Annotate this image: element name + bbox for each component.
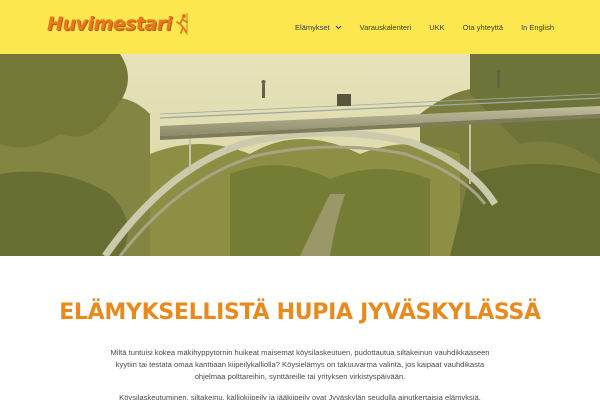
intro-paragraph: Miltä tuntuisi kokea mäkihyppytornin hui… <box>110 348 490 381</box>
activities-paragraph: Köysilaskeutuminen, siltakeinu, kallioki… <box>119 393 481 400</box>
climber-icon <box>175 13 188 35</box>
main-content: ELÄMYKSELLISTÄ HUPIA JYVÄSKYLÄSSÄ Miltä … <box>0 256 600 400</box>
hero-image <box>0 54 600 256</box>
page-title: ELÄMYKSELLISTÄ HUPIA JYVÄSKYLÄSSÄ <box>59 300 541 325</box>
nav-label: In English <box>521 22 554 32</box>
nav-item-elamykset[interactable]: Elämykset <box>295 23 342 32</box>
nav-item-in-english[interactable]: In English <box>521 23 554 32</box>
nav-item-varauskalenteri[interactable]: Varauskalenteri <box>360 23 412 32</box>
nav-item-ota-yhteytta[interactable]: Ota yhteyttä <box>463 23 503 32</box>
main-nav: Elämykset Varauskalenteri UKK Ota yhteyt… <box>277 0 554 54</box>
logo-text: Huvimestari <box>47 13 172 35</box>
nav-label: UKK <box>429 22 445 32</box>
nav-item-ukk[interactable]: UKK <box>429 23 444 32</box>
nav-label: Elämykset <box>295 22 330 32</box>
logo[interactable]: Huvimestari <box>47 9 190 39</box>
nav-label: Varauskalenteri <box>359 22 412 32</box>
bridge-photo <box>0 54 600 256</box>
chevron-down-icon <box>335 25 341 29</box>
site-header: Huvimestari Elämykset Varauskalenteri UK… <box>0 0 600 54</box>
nav-label: Ota yhteyttä <box>462 22 504 32</box>
